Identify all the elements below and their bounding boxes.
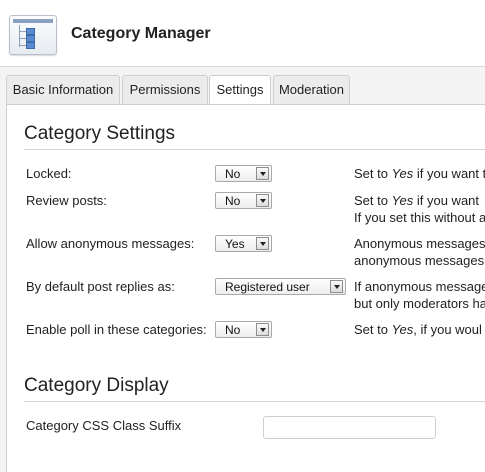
review-posts-label: Review posts: <box>26 193 107 208</box>
allow-anonymous-label: Allow anonymous messages: <box>26 236 195 251</box>
section-divider <box>24 401 485 402</box>
locked-description: Set to Yes if you want t <box>354 166 485 181</box>
section-divider <box>24 149 485 150</box>
css-suffix-input[interactable] <box>263 416 436 439</box>
locked-select[interactable]: No <box>215 165 272 182</box>
enable-poll-description: Set to Yes, if you woul <box>354 322 482 337</box>
tab-settings[interactable]: Settings <box>209 75 271 106</box>
category-settings-title: Category Settings <box>24 123 176 144</box>
post-replies-as-select[interactable]: Registered user <box>215 278 346 295</box>
category-tree-icon <box>9 15 57 55</box>
chevron-down-icon <box>256 323 269 336</box>
category-display-title: Category Display <box>24 375 169 396</box>
review-posts-select[interactable]: No <box>215 192 272 209</box>
chevron-down-icon <box>330 280 343 293</box>
settings-panel: Category Settings Locked: No Set to Yes … <box>6 104 485 472</box>
review-posts-value: No <box>225 194 241 208</box>
allow-anonymous-select[interactable]: Yes <box>215 235 272 252</box>
tab-moderation[interactable]: Moderation <box>273 75 350 104</box>
page-header: Category Manager <box>0 0 485 67</box>
post-replies-as-description: If anonymous messages but only moderator… <box>354 279 485 311</box>
review-posts-description: Set to Yes if you want If you set this w… <box>354 193 485 225</box>
enable-poll-value: No <box>225 323 241 337</box>
chevron-down-icon <box>256 167 269 180</box>
allow-anonymous-description: Anonymous messages anonymous messages <box>354 236 485 268</box>
enable-poll-select[interactable]: No <box>215 321 272 338</box>
css-suffix-label: Category CSS Class Suffix <box>26 418 182 433</box>
locked-value: No <box>225 167 241 181</box>
page-title: Category Manager <box>71 25 211 42</box>
chevron-down-icon <box>256 237 269 250</box>
allow-anonymous-value: Yes <box>225 237 245 251</box>
chevron-down-icon <box>256 194 269 207</box>
tab-permissions[interactable]: Permissions <box>122 75 208 104</box>
post-replies-as-value: Registered user <box>225 280 310 294</box>
enable-poll-label: Enable poll in these categories: <box>26 322 207 337</box>
post-replies-as-label: By default post replies as: <box>26 279 175 294</box>
tab-basic-information[interactable]: Basic Information <box>6 75 120 104</box>
locked-label: Locked: <box>26 166 72 181</box>
